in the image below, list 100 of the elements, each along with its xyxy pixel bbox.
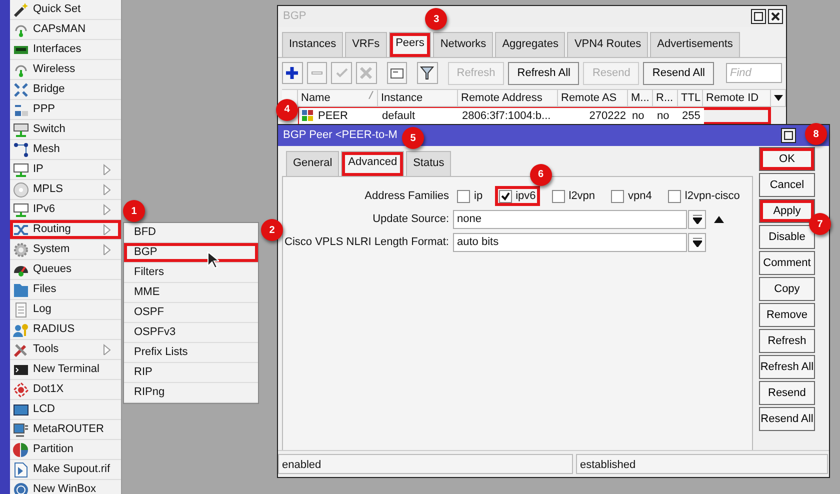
- sidebar-item[interactable]: Quick Set: [10, 0, 121, 20]
- sidebar-item[interactable]: Queues: [10, 260, 121, 280]
- sidebar-item[interactable]: Switch: [10, 120, 121, 140]
- chip-icon: [13, 202, 29, 218]
- switch-icon: [13, 122, 29, 138]
- sidebar-item[interactable]: PPP: [10, 100, 121, 120]
- maximize-icon: [784, 131, 793, 140]
- sidebar-item[interactable]: Dot1X: [10, 380, 121, 400]
- sidebar-item[interactable]: Make Supout.rif: [10, 460, 121, 480]
- sidebar-item[interactable]: MetaROUTER: [10, 420, 121, 440]
- folder-icon: [13, 282, 29, 298]
- peer-icon: [302, 110, 314, 122]
- sidebar-item[interactable]: MPLS: [10, 180, 121, 200]
- tab[interactable]: VPN4 Routes: [567, 32, 648, 56]
- maximize-icon: [754, 12, 763, 21]
- sidebar-item[interactable]: System: [10, 240, 121, 260]
- column-header[interactable]: Remote AS: [558, 88, 628, 106]
- collapse-arrow-icon: [714, 216, 724, 222]
- tab[interactable]: Peers: [388, 32, 432, 56]
- sidebar-item[interactable]: New WinBox: [10, 480, 121, 494]
- checkbox[interactable]: l2vpn: [548, 186, 600, 206]
- dropdown-button[interactable]: [688, 210, 706, 228]
- tab[interactable]: Advanced: [341, 151, 404, 176]
- dialog-button[interactable]: Apply: [758, 199, 815, 223]
- column-header[interactable]: Remote ID: [703, 88, 771, 106]
- tab[interactable]: VRFs: [345, 32, 387, 56]
- document-icon: [13, 302, 29, 318]
- dialog-button[interactable]: Disable: [758, 225, 815, 249]
- search-field[interactable]: Find: [726, 63, 782, 83]
- check-icon: [500, 192, 510, 200]
- maximize-button[interactable]: [781, 128, 796, 143]
- column-header[interactable]: Instance: [378, 88, 458, 106]
- sidebar-item[interactable]: Log: [10, 300, 121, 320]
- sidebar-item[interactable]: Partition: [10, 440, 121, 460]
- add-button[interactable]: [282, 62, 303, 84]
- tab[interactable]: General: [286, 151, 340, 176]
- submenu-item[interactable]: OSPFv3: [124, 323, 258, 343]
- dialog-button[interactable]: Refresh All: [758, 355, 815, 379]
- column-header[interactable]: Remote Address: [458, 88, 558, 106]
- toolbar-button[interactable]: Refresh All: [508, 62, 580, 84]
- dialog-button[interactable]: Cancel: [758, 173, 815, 197]
- sidebar-item[interactable]: New Terminal: [10, 360, 121, 380]
- submenu-item[interactable]: BGP: [124, 243, 258, 263]
- toolbar-button[interactable]: Resend All: [643, 62, 714, 84]
- dialog-button[interactable]: Remove: [758, 303, 815, 327]
- window-title: BGP: [283, 9, 306, 24]
- sidebar-item[interactable]: IP: [10, 160, 121, 180]
- sidebar-item[interactable]: Wireless: [10, 60, 121, 80]
- step-number-badge: 2: [261, 219, 283, 241]
- status-bar-cell: established: [576, 454, 828, 474]
- tab[interactable]: Networks: [433, 32, 494, 56]
- field-label: Update Source:: [372, 212, 450, 227]
- sidebar-item[interactable]: LCD: [10, 400, 121, 420]
- submenu-item[interactable]: BFD: [124, 223, 258, 243]
- sidebar-item[interactable]: Interfaces: [10, 40, 121, 60]
- sidebar-item[interactable]: Files: [10, 280, 121, 300]
- table-row[interactable]: PEER default 2806:3f7:1004:b... 270222 no no 255: [298, 106, 771, 124]
- tab[interactable]: Status: [406, 151, 452, 176]
- dropdown-button[interactable]: [688, 232, 706, 252]
- submenu-item[interactable]: OSPF: [124, 303, 258, 323]
- submenu-item[interactable]: Prefix Lists: [124, 343, 258, 363]
- column-header[interactable]: TTL: [678, 88, 703, 106]
- column-header[interactable]: M...: [628, 88, 653, 106]
- tab[interactable]: Instances: [282, 32, 344, 56]
- table-cell: 270222: [589, 108, 626, 122]
- column-header[interactable]: Name: [298, 88, 378, 106]
- filter-button[interactable]: [417, 62, 438, 84]
- checkbox[interactable]: l2vpn-cisco: [664, 186, 744, 206]
- checkbox[interactable]: ip: [453, 186, 487, 206]
- dialog-button[interactable]: Resend: [758, 381, 815, 405]
- dialog-button[interactable]: Comment: [758, 251, 815, 275]
- chip-icon: [13, 162, 29, 178]
- column-header[interactable]: R...: [653, 88, 678, 106]
- maximize-button[interactable]: [751, 9, 766, 24]
- dropdown-field[interactable]: none: [453, 210, 687, 228]
- field-label: Address Families: [364, 188, 450, 204]
- sidebar-item[interactable]: RADIUS: [10, 320, 121, 340]
- sidebar-item[interactable]: Mesh: [10, 140, 121, 160]
- comment-button[interactable]: [386, 62, 408, 84]
- sidebar-item[interactable]: IPv6: [10, 200, 121, 220]
- column-menu-button[interactable]: [771, 88, 786, 106]
- sidebar-item[interactable]: CAPsMAN: [10, 20, 121, 40]
- sidebar-item[interactable]: Bridge: [10, 80, 121, 100]
- tab[interactable]: Aggregates: [495, 32, 566, 56]
- submenu-item[interactable]: RIPng: [124, 383, 258, 403]
- submenu-item[interactable]: MME: [124, 283, 258, 303]
- plus-icon: [285, 66, 300, 80]
- sidebar-item[interactable]: Routing: [10, 220, 121, 240]
- sidebar-item[interactable]: Tools: [10, 340, 121, 360]
- dialog-button[interactable]: Resend All: [758, 407, 815, 431]
- checkbox[interactable]: vpn4: [607, 186, 656, 206]
- checkbox[interactable]: ipv6: [494, 186, 540, 206]
- table-cell: default: [379, 108, 459, 124]
- dialog-button[interactable]: Refresh: [758, 329, 815, 353]
- submenu-item[interactable]: RIP: [124, 363, 258, 383]
- dialog-button[interactable]: Copy: [758, 277, 815, 301]
- dropdown-field[interactable]: auto bits: [453, 232, 687, 252]
- tab[interactable]: Advertisements: [650, 32, 740, 56]
- dialog-button[interactable]: OK: [758, 147, 815, 171]
- close-button[interactable]: [768, 9, 783, 24]
